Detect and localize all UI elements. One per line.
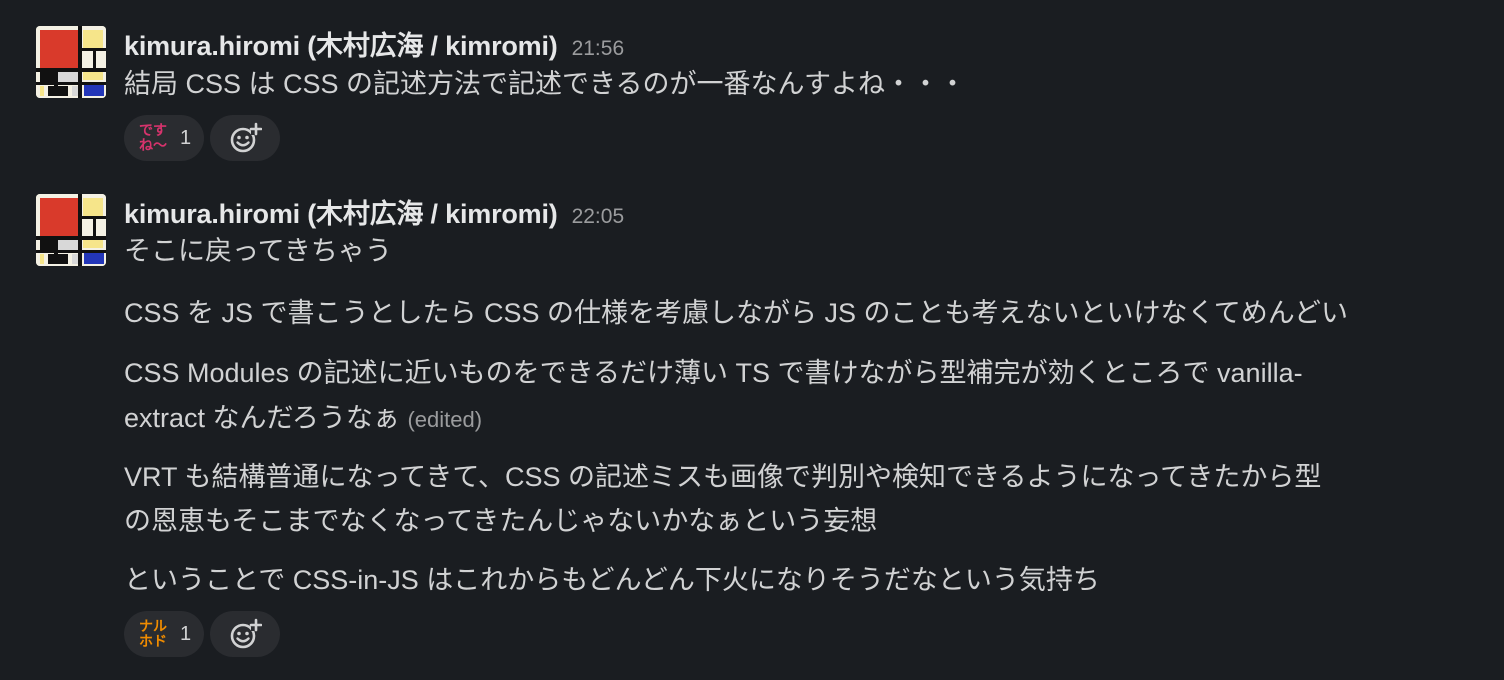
naruhodo-emoji-icon: ナル ホド — [139, 618, 167, 649]
reaction-count: 1 — [180, 622, 192, 645]
timestamp[interactable]: 22:05 — [572, 205, 625, 229]
author-name[interactable]: kimura.hiromi (木村広海 / kimromi) — [124, 192, 558, 231]
message-text: そこに戻ってきちゃう — [124, 236, 392, 266]
message-header: kimura.hiromi (木村広海 / kimromi) 22:05 — [124, 192, 624, 229]
edited-label: (edited) — [407, 407, 483, 432]
reaction-naruhodo[interactable]: ナル ホド 1 — [124, 611, 204, 657]
mondrian-avatar-icon — [36, 194, 106, 266]
message-text: CSS Modules の記述に近いものをできるだけ薄い TS で書けながら型補… — [124, 358, 1303, 388]
message-text: ということで CSS-in-JS はこれからもどんどん下火になりそうだなという気… — [124, 565, 1100, 595]
message-text-span: extract なんだろうなぁ — [124, 403, 400, 433]
message-text: extract なんだろうなぁ (edited) — [124, 396, 482, 442]
message-text: VRT も結構普通になってきて、CSS の記述ミスも画像で判別や検知できるように… — [124, 462, 1322, 492]
message-2: kimura.hiromi (木村広海 / kimromi) 22:05 そこに… — [0, 0, 1504, 680]
avatar[interactable] — [36, 194, 106, 266]
add-reaction-button[interactable] — [210, 611, 280, 657]
message-text: CSS を JS で書こうとしたら CSS の仕様を考慮しながら JS のことも… — [124, 298, 1348, 328]
smiley-plus-icon — [230, 618, 262, 649]
message-text: の恩恵もそこまでなくなってきたんじゃないかなぁという妄想 — [124, 506, 878, 536]
